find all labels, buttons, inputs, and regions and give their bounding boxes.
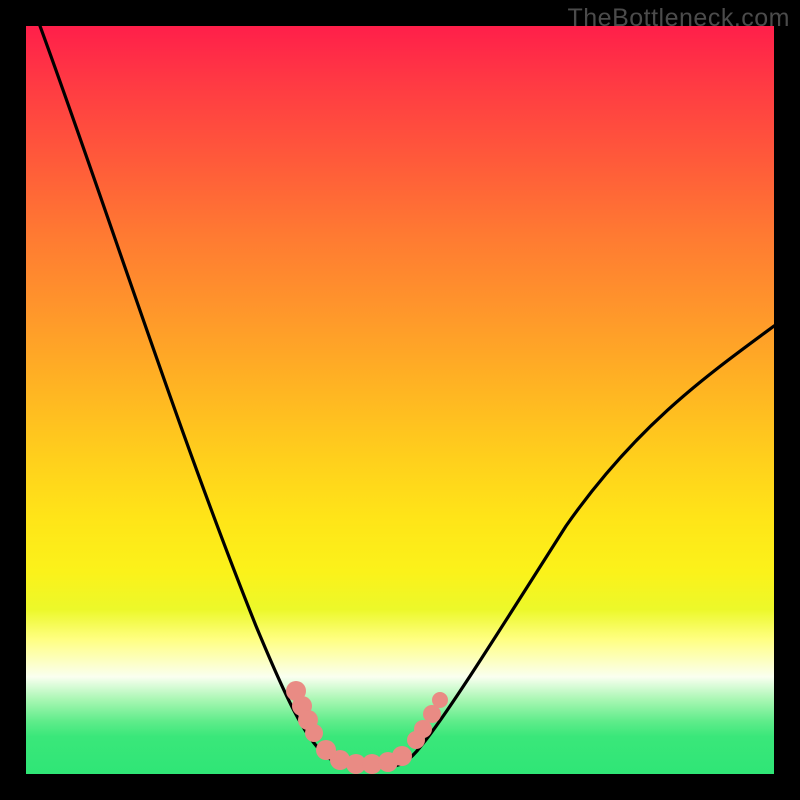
plot-area bbox=[26, 26, 774, 774]
watermark-text: TheBottleneck.com bbox=[568, 4, 791, 33]
curve-layer bbox=[26, 26, 774, 774]
marker-cluster-left bbox=[286, 681, 323, 742]
bottleneck-curve bbox=[40, 26, 774, 767]
marker-cluster-bottom bbox=[316, 740, 412, 774]
chart-frame: TheBottleneck.com bbox=[0, 0, 800, 800]
